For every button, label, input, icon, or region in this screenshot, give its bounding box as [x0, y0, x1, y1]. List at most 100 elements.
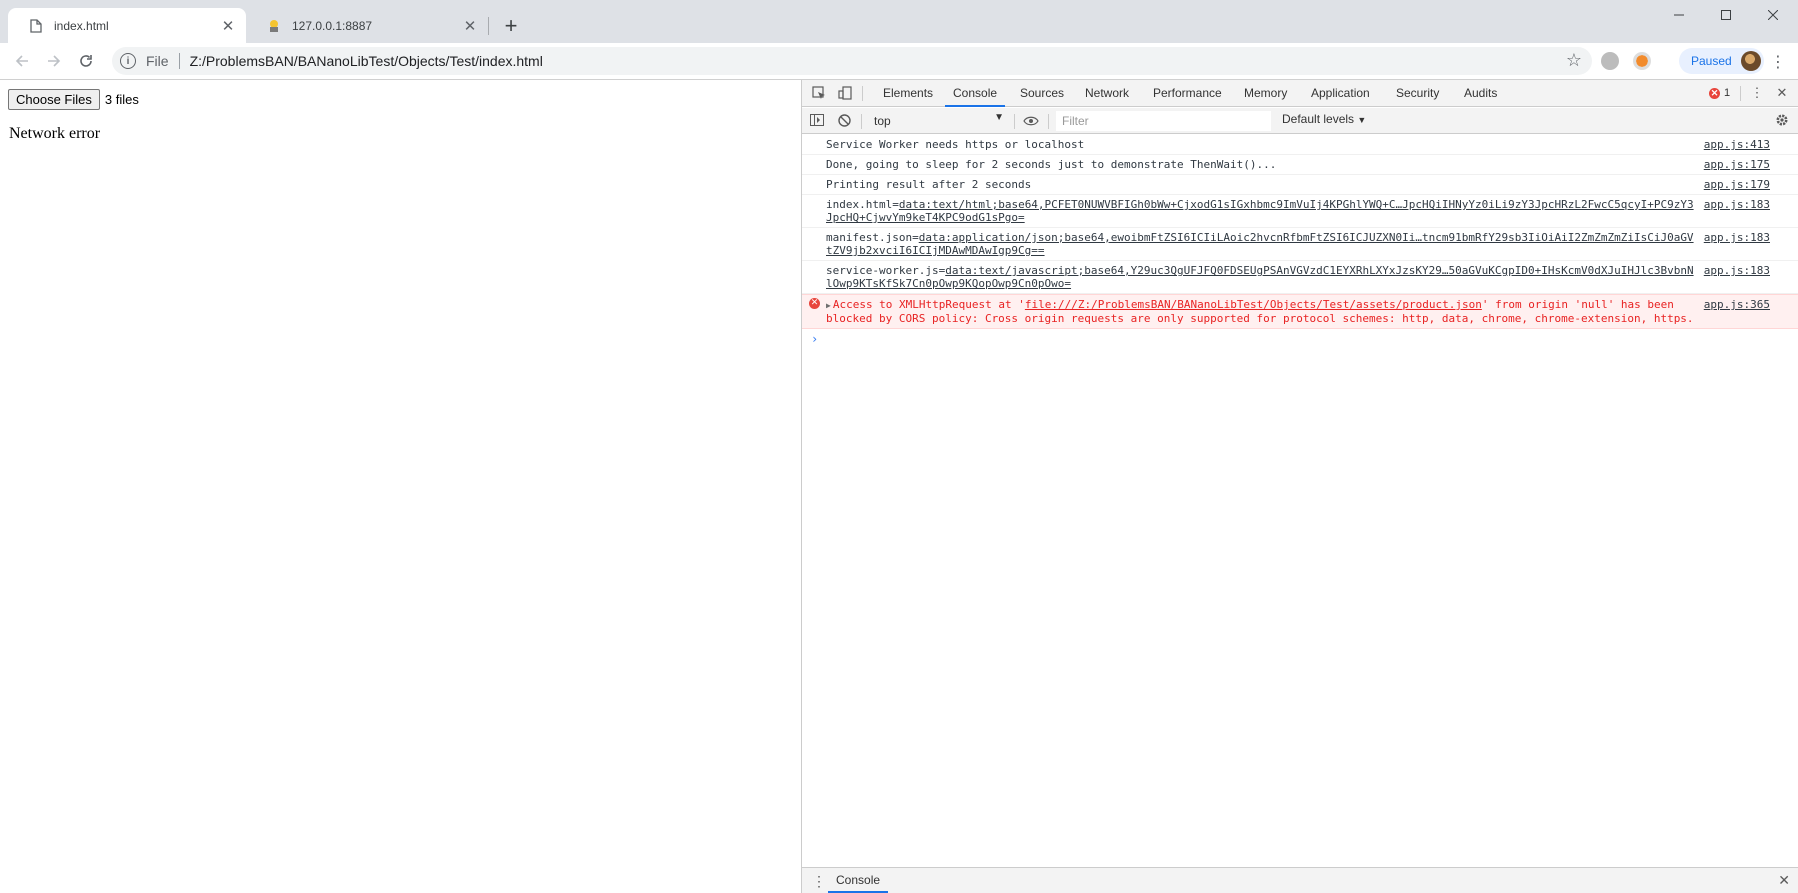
document-icon	[28, 18, 44, 34]
browser-menu-icon[interactable]: ⋮	[1770, 52, 1786, 72]
drive-extension-icon[interactable]	[1601, 52, 1619, 70]
page-viewport: Choose Files 3 files Network error	[0, 80, 801, 893]
log-levels-label: Default levels	[1282, 112, 1355, 126]
new-tab-button[interactable]: +	[497, 12, 525, 40]
error-icon: ✕	[809, 298, 820, 309]
console-message: Service Worker needs https or localhost …	[802, 135, 1798, 155]
error-count-badge[interactable]: ✕ 1	[1709, 87, 1730, 99]
extension-icon[interactable]	[1633, 52, 1651, 70]
tab-elements[interactable]: Elements	[875, 80, 941, 107]
bookmark-star-icon[interactable]: ☆	[1566, 50, 1582, 71]
console-messages: Service Worker needs https or localhost …	[802, 135, 1798, 865]
dropdown-arrow-icon: ▼	[1357, 115, 1367, 125]
devtools-panel: Elements Console Sources Network Perform…	[801, 80, 1798, 893]
clear-console-icon[interactable]	[836, 112, 852, 128]
toolbar-divider	[1048, 114, 1049, 129]
browser-toolbar: i File Z:/ProblemsBAN/BANanoLibTest/Obje…	[0, 43, 1798, 80]
message-text: Done, going to sleep for 2 seconds just …	[826, 158, 1277, 171]
console-settings-gear-icon[interactable]	[1774, 112, 1790, 128]
tab-title: index.html	[54, 18, 109, 33]
live-expression-eye-icon[interactable]	[1023, 113, 1039, 129]
tab-sources[interactable]: Sources	[1012, 80, 1072, 107]
data-url-link[interactable]: data:text/javascript;base64,Y29uc3QgUFJF…	[826, 264, 1694, 290]
tab-strip: index.html ✕ 127.0.0.1:8887 ✕ +	[0, 0, 1798, 43]
tab-title: 127.0.0.1:8887	[292, 18, 373, 33]
tab-audits[interactable]: Audits	[1456, 80, 1505, 107]
file-count-label: 3 files	[104, 92, 139, 107]
maximize-button[interactable]	[1703, 0, 1749, 30]
console-message: service-worker.js=data:text/javascript;b…	[802, 261, 1798, 294]
drawer-menu-icon[interactable]: ⋮	[812, 873, 826, 890]
close-devtools-icon[interactable]: ✕	[1774, 85, 1790, 101]
data-url-link[interactable]: data:application/json;base64,ewoibmFtZSI…	[826, 231, 1694, 257]
url-scheme-label: File	[146, 53, 169, 69]
console-error-message: ✕ ▶ Access to XMLHttpRequest at 'file:///…	[802, 294, 1798, 329]
error-text-before: Access to XMLHttpRequest at '	[832, 298, 1025, 311]
back-button[interactable]	[8, 47, 36, 75]
expand-triangle-icon[interactable]: ▶	[826, 301, 831, 310]
message-prefix: service-worker.js=	[826, 264, 946, 277]
message-text: Printing result after 2 seconds	[826, 178, 1032, 191]
inspect-element-icon[interactable]	[811, 85, 827, 101]
message-prefix: manifest.json=	[826, 231, 919, 244]
profile-status-label: Paused	[1691, 54, 1732, 68]
devtools-tab-bar: Elements Console Sources Network Perform…	[802, 80, 1798, 107]
toolbar-divider	[1014, 114, 1015, 129]
source-link[interactable]: app.js:183	[1704, 198, 1770, 211]
devtools-menu-icon[interactable]: ⋮	[1749, 85, 1765, 101]
drawer-tab-console[interactable]: Console	[828, 868, 889, 893]
tab-performance[interactable]: Performance	[1145, 80, 1230, 107]
data-url-link[interactable]: data:text/html;base64,PCFET0NUWVBFIGh0bW…	[826, 198, 1694, 224]
file-input[interactable]: Choose Files 3 files	[8, 89, 139, 110]
error-count: 1	[1724, 87, 1731, 99]
message-prefix: index.html=	[826, 198, 899, 211]
choose-files-button[interactable]: Choose Files	[8, 89, 100, 110]
log-levels-dropdown[interactable]: Default levels ▼	[1282, 112, 1366, 126]
device-toolbar-icon[interactable]	[837, 85, 853, 101]
tab-separator	[488, 17, 489, 35]
close-drawer-icon[interactable]: ✕	[1778, 872, 1790, 889]
console-message: manifest.json=data:application/json;base…	[802, 228, 1798, 261]
tab-security[interactable]: Security	[1388, 80, 1447, 107]
web-server-favicon-icon	[266, 18, 282, 34]
console-message: Printing result after 2 seconds app.js:1…	[802, 175, 1798, 195]
tab-console[interactable]: Console	[945, 80, 1006, 107]
source-link[interactable]: app.js:413	[1704, 138, 1770, 151]
toolbar-divider	[1740, 86, 1741, 101]
source-link[interactable]: app.js:365	[1704, 298, 1770, 311]
console-filter-input[interactable]	[1056, 111, 1271, 131]
source-link[interactable]: app.js:183	[1704, 264, 1770, 277]
devtools-drawer: ⋮ Console ✕	[802, 867, 1798, 893]
close-window-button[interactable]	[1750, 0, 1796, 30]
toolbar-divider	[862, 86, 863, 101]
avatar	[1741, 51, 1761, 71]
message-text: Service Worker needs https or localhost	[826, 138, 1085, 151]
profile-paused-button[interactable]: Paused	[1679, 48, 1764, 74]
context-select[interactable]: top ▼	[874, 111, 1004, 130]
close-tab-icon[interactable]: ✕	[218, 16, 238, 36]
browser-tab-localhost[interactable]: 127.0.0.1:8887 ✕	[246, 8, 488, 43]
console-message: index.html=data:text/html;base64,PCFET0N…	[802, 195, 1798, 228]
forward-button[interactable]	[40, 47, 68, 75]
address-bar[interactable]: i File Z:/ProblemsBAN/BANanoLibTest/Obje…	[112, 47, 1592, 75]
reload-button[interactable]	[72, 47, 100, 75]
browser-tab-index[interactable]: index.html ✕	[8, 8, 246, 43]
console-filter-bar: top ▼ Default levels ▼	[802, 108, 1798, 134]
site-info-icon[interactable]: i	[120, 53, 136, 69]
console-prompt[interactable]: ›	[802, 329, 1798, 346]
dropdown-arrow-icon: ▼	[994, 112, 1004, 123]
close-tab-icon[interactable]: ✕	[460, 16, 480, 36]
toolbar-divider	[861, 114, 862, 129]
tab-application[interactable]: Application	[1303, 80, 1378, 107]
file-url-link[interactable]: file:///Z:/ProblemsBAN/BANanoLibTest/Obj…	[1025, 298, 1482, 311]
show-sidebar-icon[interactable]	[809, 112, 825, 128]
tab-memory[interactable]: Memory	[1236, 80, 1295, 107]
network-error-text: Network error	[9, 125, 101, 142]
source-link[interactable]: app.js:179	[1704, 178, 1770, 191]
url-text[interactable]: Z:/ProblemsBAN/BANanoLibTest/Objects/Tes…	[190, 53, 543, 69]
source-link[interactable]: app.js:175	[1704, 158, 1770, 171]
source-link[interactable]: app.js:183	[1704, 231, 1770, 244]
tab-network[interactable]: Network	[1077, 80, 1137, 107]
minimize-button[interactable]	[1656, 0, 1702, 30]
error-icon: ✕	[1709, 87, 1720, 99]
